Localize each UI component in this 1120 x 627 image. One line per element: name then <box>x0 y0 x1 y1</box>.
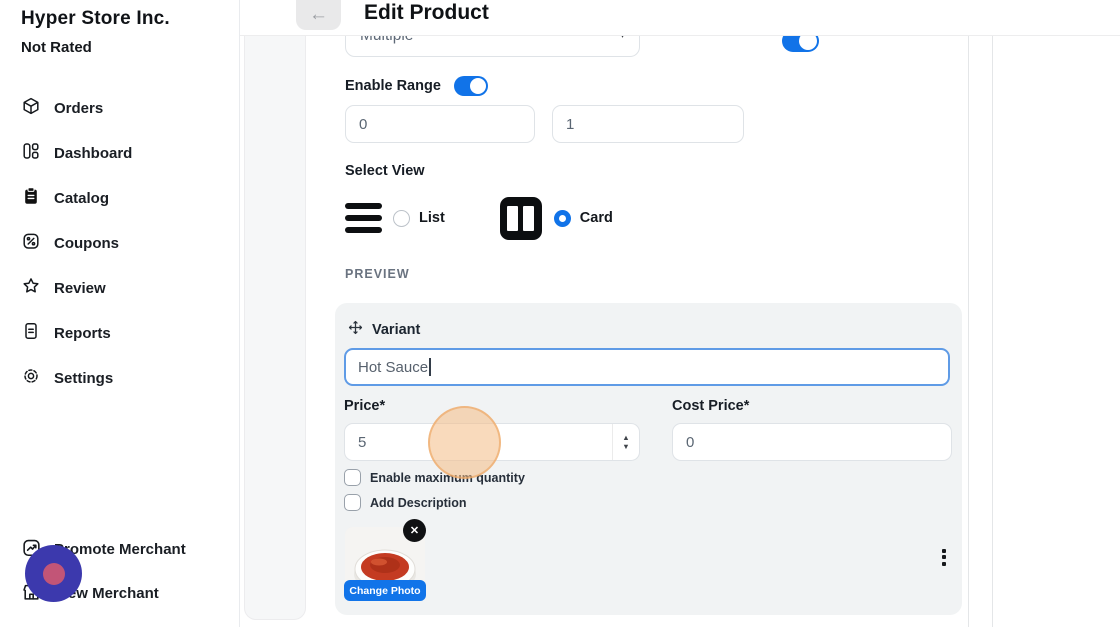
package-icon <box>21 96 41 121</box>
sidebar-item-orders[interactable]: Orders <box>0 86 240 131</box>
clipboard-icon <box>21 186 41 211</box>
outer-right-border <box>992 36 993 627</box>
sidebar-item-label: Dashboard <box>54 145 132 162</box>
price-label: Price* <box>344 398 385 414</box>
store-name: Hyper Store Inc. <box>21 8 170 30</box>
left-rail-panel <box>244 36 306 620</box>
enable-max-qty-checkbox[interactable] <box>344 469 361 486</box>
sidebar-nav: Orders Dashboard Catalog Coupons Review … <box>0 86 240 401</box>
product-photo-widget: ✕ Change Photo <box>345 521 425 601</box>
enable-range-label: Enable Range <box>345 78 441 94</box>
sidebar-item-label: Orders <box>54 100 103 117</box>
select-view-label: Select View <box>345 163 425 179</box>
stepper-up-icon[interactable]: ▲ <box>622 435 629 441</box>
page-title: Edit Product <box>364 0 489 28</box>
drag-move-icon[interactable] <box>347 319 364 341</box>
content-right-border <box>968 36 969 627</box>
range-min-input[interactable]: 0 <box>345 105 535 143</box>
back-button[interactable]: ← <box>296 0 341 30</box>
range-max-input[interactable]: 1 <box>552 105 744 143</box>
arrow-left-icon: ← <box>309 0 328 30</box>
list-view-icon <box>345 203 382 233</box>
chat-widget-dot <box>43 563 65 585</box>
add-description-label: Add Description <box>370 496 467 510</box>
price-value: 5 <box>358 434 366 451</box>
variant-menu-button[interactable] <box>936 544 952 570</box>
sidebar-item-label: Review <box>54 280 106 297</box>
edit-product-page: Hyper Store Inc. Not Rated Orders Dashbo… <box>0 0 1120 627</box>
text-cursor <box>429 358 431 376</box>
sidebar-item-dashboard[interactable]: Dashboard <box>0 131 240 176</box>
add-description-row: Add Description <box>344 494 467 511</box>
sidebar-item-label: Settings <box>54 370 113 387</box>
cost-price-input[interactable]: 0 <box>672 423 952 461</box>
dashboard-icon <box>21 141 41 166</box>
sidebar-item-label: Coupons <box>54 235 119 252</box>
sidebar-item-label: Reports <box>54 325 111 342</box>
sidebar-item-catalog[interactable]: Catalog <box>0 176 240 221</box>
add-description-checkbox[interactable] <box>344 494 361 511</box>
sidebar-item-settings[interactable]: Settings <box>0 356 240 401</box>
chat-widget-button[interactable] <box>25 545 82 602</box>
sidebar-item-review[interactable]: Review <box>0 266 240 311</box>
report-icon <box>21 321 41 346</box>
card-option-label: Card <box>580 210 613 226</box>
cost-price-value: 0 <box>686 434 694 451</box>
enable-max-qty-label: Enable maximum quantity <box>370 471 525 485</box>
range-max-value: 1 <box>566 116 574 133</box>
percent-icon <box>21 231 41 256</box>
variant-name-value: Hot Sauce <box>358 359 428 376</box>
enable-max-qty-row: Enable maximum quantity <box>344 469 525 486</box>
variant-card-title: Variant <box>372 322 420 338</box>
range-min-value: 0 <box>359 116 367 133</box>
change-photo-button[interactable]: Change Photo <box>344 580 426 601</box>
sidebar-item-label: Catalog <box>54 190 109 207</box>
price-input[interactable]: 5 ▲▼ <box>344 423 640 461</box>
list-view-radio[interactable] <box>393 210 410 227</box>
variant-card: Variant Hot Sauce Price* Cost Price* 5 ▲… <box>335 303 962 615</box>
range-inputs-row: 0 1 <box>345 105 744 143</box>
enable-range-toggle[interactable] <box>454 76 488 96</box>
remove-photo-button[interactable]: ✕ <box>403 519 426 542</box>
sidebar: Hyper Store Inc. Not Rated Orders Dashbo… <box>0 0 240 627</box>
variant-card-header: Variant <box>347 319 420 341</box>
list-option-label: List <box>419 210 445 226</box>
view-options-row: List Card <box>345 196 613 240</box>
star-icon <box>21 276 41 301</box>
gear-icon <box>21 366 41 391</box>
sidebar-item-reports[interactable]: Reports <box>0 311 240 356</box>
page-header: ← Edit Product <box>240 0 1120 36</box>
preview-section-label: PREVIEW <box>345 267 410 281</box>
number-stepper[interactable]: ▲▼ <box>612 424 639 460</box>
enable-range-row: Enable Range <box>345 76 488 96</box>
card-view-icon <box>500 197 542 240</box>
card-view-radio[interactable] <box>554 210 571 227</box>
store-rating-status: Not Rated <box>21 39 92 56</box>
cost-price-label: Cost Price* <box>672 398 749 414</box>
variant-name-input[interactable]: Hot Sauce <box>344 348 950 386</box>
stepper-down-icon[interactable]: ▼ <box>622 444 629 450</box>
sidebar-item-coupons[interactable]: Coupons <box>0 221 240 266</box>
edit-product-form: Multiple ▾ Enable Range 0 1 Select View … <box>306 36 968 627</box>
close-icon: ✕ <box>410 524 419 537</box>
